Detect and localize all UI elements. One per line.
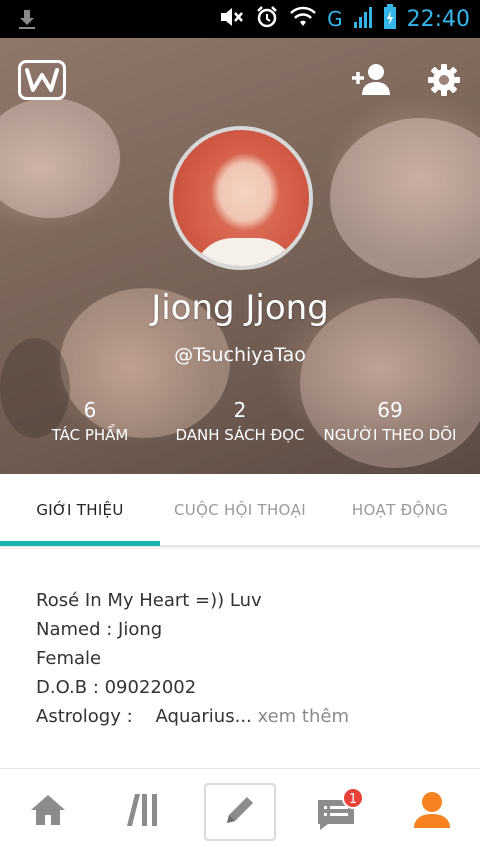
- network-type: G: [327, 7, 343, 31]
- username: @TsuchiyaTao: [174, 344, 306, 366]
- signal-icon: [353, 5, 373, 33]
- wifi-icon: [289, 6, 317, 32]
- wattpad-logo[interactable]: [18, 60, 66, 100]
- stat-reading-lists[interactable]: 2 DANH SÁCH ĐỌC: [165, 398, 315, 444]
- stat-works-value: 6: [83, 398, 97, 422]
- download-icon: [16, 8, 38, 34]
- stat-works[interactable]: 6 TÁC PHẨM: [30, 398, 150, 444]
- about-ellipsis: ...: [234, 706, 252, 727]
- about-section: Rosé In My Heart =)) Luv Named : Jiong F…: [36, 586, 456, 731]
- profile-stats: 6 TÁC PHẨM 2 DANH SÁCH ĐỌC 69 NGƯỜI THEO…: [0, 398, 480, 458]
- stat-reading-lists-label: DANH SÁCH ĐỌC: [175, 426, 305, 444]
- about-line: Astrology : Aquarius: [36, 706, 235, 727]
- library-icon: [125, 792, 163, 832]
- nav-library[interactable]: [96, 769, 192, 854]
- tabs-shadow: [0, 546, 480, 550]
- tab-about[interactable]: GIỚI THIỆU: [0, 474, 160, 546]
- write-icon: [223, 793, 257, 831]
- read-more-link[interactable]: xem thêm: [252, 706, 349, 727]
- home-icon: [29, 793, 67, 831]
- avatar[interactable]: [169, 126, 313, 270]
- mute-icon: [219, 6, 245, 32]
- stat-works-label: TÁC PHẨM: [51, 426, 129, 444]
- add-user-button[interactable]: [350, 62, 392, 100]
- stat-followers[interactable]: 69 NGƯỜI THEO DÕI: [320, 398, 460, 444]
- nav-profile[interactable]: [384, 769, 480, 854]
- nav-write[interactable]: [192, 769, 288, 854]
- messages-badge: 1: [342, 787, 364, 809]
- about-line: D.O.B : 09022002: [36, 677, 197, 698]
- profile-icon: [412, 791, 452, 833]
- alarm-icon: [255, 5, 279, 33]
- about-line: Female: [36, 648, 102, 669]
- bottom-navigation: 1: [0, 768, 480, 854]
- write-button-frame: [204, 783, 276, 841]
- stat-followers-label: NGƯỜI THEO DÕI: [323, 426, 457, 444]
- stat-reading-lists-value: 2: [233, 398, 247, 422]
- battery-charging-icon: [383, 4, 397, 34]
- tab-conversations[interactable]: CUỘC HỘI THOẠI: [160, 474, 320, 546]
- profile-cover: Jiong Jjong @TsuchiyaTao 6 TÁC PHẨM 2 DA…: [0, 38, 480, 474]
- tab-activity[interactable]: HOẠT ĐỘNG: [320, 474, 480, 546]
- nav-home[interactable]: [0, 769, 96, 854]
- avatar-photo: [193, 238, 297, 266]
- add-user-icon: [350, 64, 392, 100]
- profile-tabs: GIỚI THIỆU CUỘC HỘI THOẠI HOẠT ĐỘNG: [0, 474, 480, 546]
- clock: 22:40: [406, 6, 470, 32]
- gear-icon: [428, 64, 460, 100]
- display-name: Jiong Jjong: [151, 288, 329, 328]
- stat-followers-value: 69: [377, 398, 403, 422]
- nav-messages[interactable]: 1: [288, 769, 384, 854]
- about-line-last: Astrology : Aquarius... xem thêm: [36, 702, 456, 731]
- about-line: Rosé In My Heart =)) Luv: [36, 590, 262, 611]
- status-bar: G 22:40: [0, 0, 480, 38]
- about-line: Named : Jiong: [36, 619, 163, 640]
- settings-button[interactable]: [428, 64, 460, 100]
